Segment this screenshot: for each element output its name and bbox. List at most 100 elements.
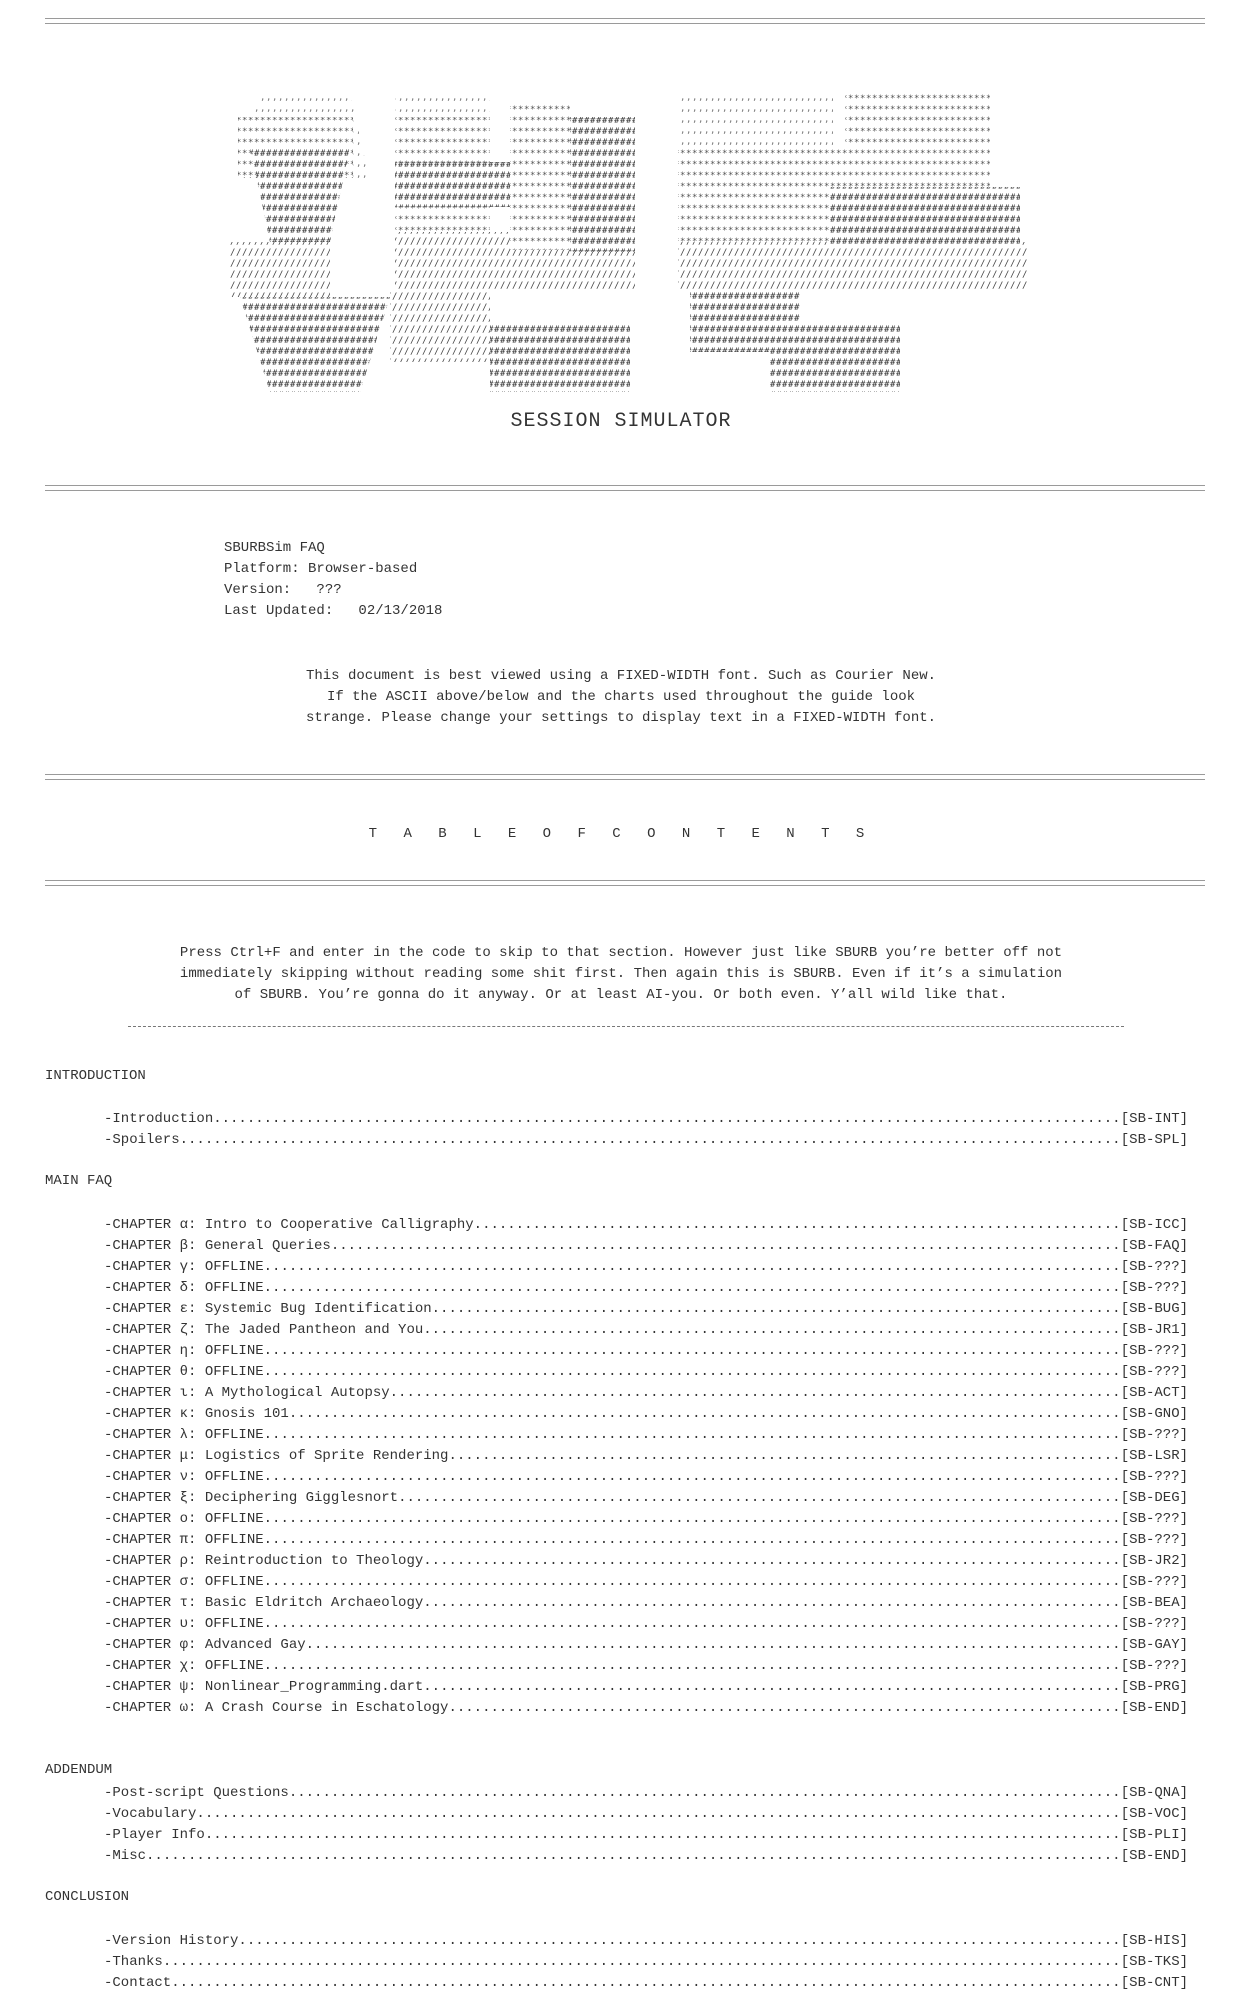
toc-leader-dots	[474, 1215, 1121, 1236]
toc-leader-dots	[264, 1614, 1121, 1635]
toc-leader-dots	[264, 1572, 1121, 1593]
toc-entry-label: -CHAPTER λ: OFFLINE	[104, 1427, 264, 1443]
toc-entry[interactable]: -CHAPTER χ: OFFLINE [SB-???]	[104, 1656, 1188, 1677]
logo-right-column	[510, 100, 635, 252]
divider-after-logo	[45, 485, 1205, 491]
toc-leader-dots	[264, 1278, 1121, 1299]
toc-entry[interactable]: -CHAPTER ν: OFFLINE [SB-???]	[104, 1467, 1188, 1488]
toc-entry-code: [SB-INT]	[1120, 1111, 1188, 1127]
toc-entry[interactable]: -CHAPTER ρ: Reintroduction to Theology [S…	[104, 1551, 1188, 1572]
toc-entry-code: [SB-???]	[1120, 1364, 1188, 1380]
toc-intro-line: of SBURB. You’re gonna do it anyway. Or …	[234, 987, 1008, 1003]
toc-entry[interactable]: -CHAPTER β: General Queries [SB-FAQ]	[104, 1236, 1188, 1257]
toc-leader-dots	[423, 1593, 1121, 1614]
toc-entry-label: -CHAPTER τ: Basic Eldritch Archaeology	[104, 1595, 424, 1611]
toc-entry-code: [SB-???]	[1120, 1616, 1188, 1632]
toc-leader-dots	[264, 1509, 1121, 1530]
toc-entry-label: -CHAPTER κ: Gnosis 101	[104, 1406, 289, 1422]
toc-entry-label: -CHAPTER ι: A Mythological Autopsy	[104, 1385, 390, 1401]
font-notice-line: This document is best viewed using a FIX…	[305, 668, 937, 684]
toc-entry-code: [SB-???]	[1120, 1280, 1188, 1296]
toc-entry[interactable]: -Post-script Questions [SB-QNA]	[104, 1783, 1188, 1804]
toc-entry[interactable]: -CHAPTER γ: OFFLINE [SB-???]	[104, 1257, 1188, 1278]
toc-entry[interactable]: -CHAPTER τ: Basic Eldritch Archaeology [S…	[104, 1593, 1188, 1614]
toc-entry-label: -CHAPTER φ: Advanced Gay	[104, 1637, 306, 1653]
toc-entry[interactable]: -CHAPTER λ: OFFLINE [SB-???]	[104, 1425, 1188, 1446]
toc-entry-label: -Thanks	[104, 1954, 163, 1970]
toc-entry[interactable]: -Vocabulary [SB-VOC]	[104, 1804, 1188, 1825]
toc-entry-label: -CHAPTER β: General Queries	[104, 1238, 331, 1254]
divider-top	[45, 18, 1205, 24]
toc-leader-dots	[264, 1362, 1121, 1383]
toc-entry[interactable]: -CHAPTER ε: Systemic Bug Identification […	[104, 1299, 1188, 1320]
toc-entry[interactable]: -CHAPTER ξ: Deciphering Gigglesnort [SB-D…	[104, 1488, 1188, 1509]
toc-leader-dots	[306, 1635, 1121, 1656]
toc-entry[interactable]: -CHAPTER μ: Logistics of Sprite Renderin…	[104, 1446, 1188, 1467]
toc-entry-label: -Player Info	[104, 1827, 205, 1843]
toc-entry[interactable]: -Contact [SB-CNT]	[104, 1973, 1188, 1994]
toc-entry-label: -CHAPTER ψ: Nonlinear_Programming.dart	[104, 1679, 424, 1695]
section-heading-conclusion: CONCLUSION	[45, 1889, 130, 1905]
toc-entry-code: [SB-JR2]	[1120, 1553, 1188, 1569]
toc-leader-dots	[448, 1446, 1120, 1467]
toc-entry-label: -CHAPTER ο: OFFLINE	[104, 1511, 264, 1527]
toc-leader-dots	[180, 1130, 1121, 1151]
toc-entry[interactable]: -CHAPTER θ: OFFLINE [SB-???]	[104, 1362, 1188, 1383]
toc-entry-code: [SB-???]	[1120, 1259, 1188, 1275]
toc-entry[interactable]: -CHAPTER π: OFFLINE [SB-???]	[104, 1530, 1188, 1551]
toc-entry[interactable]: -Misc [SB-END]	[104, 1846, 1188, 1867]
toc-entry-label: -Misc	[104, 1848, 147, 1864]
toc-entry-code: [SB-???]	[1120, 1427, 1188, 1443]
toc-entry-label: -CHAPTER ω: A Crash Course in Eschatolog…	[104, 1700, 449, 1716]
logo-left-house	[230, 92, 390, 392]
toc-entry[interactable]: -CHAPTER δ: OFFLINE [SB-???]	[104, 1278, 1188, 1299]
toc-entry[interactable]: -CHAPTER ζ: The Jaded Pantheon and You [S…	[104, 1320, 1188, 1341]
toc-title: T A B L E O F C O N T E N T S	[368, 826, 874, 842]
toc-entry[interactable]: -CHAPTER κ: Gnosis 101 [SB-GNO]	[104, 1404, 1188, 1425]
toc-leader-dots	[398, 1488, 1121, 1509]
toc-leader-dots	[196, 1804, 1120, 1825]
toc-leader-dots	[289, 1404, 1121, 1425]
toc-entry[interactable]: -Player Info [SB-PLI]	[104, 1825, 1188, 1846]
document-version: Version: ???	[224, 582, 342, 598]
toc-leader-dots	[331, 1236, 1121, 1257]
toc-leader-dots	[423, 1677, 1121, 1698]
toc-entry[interactable]: -CHAPTER ψ: Nonlinear_Programming.dart [S…	[104, 1677, 1188, 1698]
toc-entry-label: -Version History	[104, 1933, 239, 1949]
toc-entry-code: [SB-BEA]	[1120, 1595, 1188, 1611]
toc-leader-dots	[448, 1698, 1120, 1719]
toc-entry-code: [SB-PLI]	[1120, 1827, 1188, 1843]
toc-leader-dots	[171, 1973, 1121, 1994]
toc-entry-code: [SB-???]	[1120, 1574, 1188, 1590]
toc-entry-code: [SB-END]	[1120, 1848, 1188, 1864]
toc-entry[interactable]: -Introduction [SB-INT]	[104, 1109, 1188, 1130]
dashed-divider	[128, 1026, 1124, 1027]
toc-entry[interactable]: -CHAPTER υ: OFFLINE [SB-???]	[104, 1614, 1188, 1635]
toc-entry-code: [SB-ICC]	[1120, 1217, 1188, 1233]
toc-entry-code: [SB-PRG]	[1120, 1679, 1188, 1695]
toc-entry[interactable]: -CHAPTER ι: A Mythological Autopsy [SB-AC…	[104, 1383, 1188, 1404]
toc-entry-label: -CHAPTER χ: OFFLINE	[104, 1658, 264, 1674]
toc-entry-label: -CHAPTER μ: Logistics of Sprite Renderin…	[104, 1448, 449, 1464]
toc-entry[interactable]: -Spoilers [SB-SPL]	[104, 1130, 1188, 1151]
toc-entry-label: -CHAPTER η: OFFLINE	[104, 1343, 264, 1359]
toc-entry[interactable]: -CHAPTER ω: A Crash Course in Eschatolog…	[104, 1698, 1188, 1719]
toc-entry[interactable]: -Thanks [SB-TKS]	[104, 1952, 1188, 1973]
toc-entry-label: -CHAPTER θ: OFFLINE	[104, 1364, 264, 1380]
toc-leader-dots	[146, 1846, 1121, 1867]
toc-entry[interactable]: -CHAPTER α: Intro to Cooperative Calligr…	[104, 1215, 1188, 1236]
toc-entry[interactable]: -CHAPTER ο: OFFLINE [SB-???]	[104, 1509, 1188, 1530]
toc-entry-code: [SB-GNO]	[1120, 1406, 1188, 1422]
toc-entry[interactable]: -CHAPTER φ: Advanced Gay [SB-GAY]	[104, 1635, 1188, 1656]
toc-entry-code: [SB-HIS]	[1120, 1933, 1188, 1949]
toc-leader-dots	[264, 1656, 1121, 1677]
toc-leader-dots	[423, 1320, 1121, 1341]
toc-entry-code: [SB-QNA]	[1120, 1785, 1188, 1801]
toc-leader-dots	[264, 1341, 1121, 1362]
toc-entry-code: [SB-END]	[1120, 1700, 1188, 1716]
toc-entry[interactable]: -Version History [SB-HIS]	[104, 1931, 1188, 1952]
toc-intro-paragraph: Press Ctrl+F and enter in the code to sk…	[0, 943, 1242, 1006]
toc-entry[interactable]: -CHAPTER η: OFFLINE [SB-???]	[104, 1341, 1188, 1362]
document-name: SBURBSim FAQ	[224, 540, 325, 556]
toc-entry[interactable]: -CHAPTER σ: OFFLINE [SB-???]	[104, 1572, 1188, 1593]
